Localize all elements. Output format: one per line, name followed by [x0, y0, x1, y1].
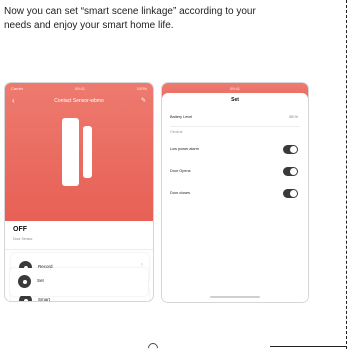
device-header: Carrier 09:41 100% ‹ Contact Sensor-wbmo… — [5, 83, 153, 221]
home-indicator — [210, 296, 260, 298]
toggle-row-door-closes: Door closes — [170, 189, 300, 199]
status-time: 09:41 — [74, 86, 85, 91]
intro-line-1: Now you can set “smart scene linkage” ac… — [4, 6, 256, 17]
nav-bar: ‹ Contact Sensor-wbmo ✎ — [5, 95, 153, 107]
chevron-left-icon[interactable]: ‹ — [12, 95, 15, 107]
smart-label: Smart — [38, 297, 51, 302]
phone-screen-settings: 09:41 Set Battery Level 85 % General Low… — [161, 82, 309, 303]
door-opens-toggle[interactable] — [283, 167, 298, 176]
status-carrier: Carrier — [11, 86, 24, 91]
section-label: General — [170, 130, 183, 134]
cut-line — [346, 0, 347, 349]
set-label: Set — [37, 278, 44, 283]
battery-row: Battery Level 85 % — [170, 113, 300, 123]
toggle-label: Door Opens — [170, 169, 191, 173]
bottom-rule — [270, 346, 346, 347]
sensor-body-icon — [62, 118, 79, 186]
settings-sheet: Set Battery Level 85 % General Low power… — [162, 93, 308, 302]
toggle-row-low-power: Low power alarm — [170, 145, 300, 155]
sensor-magnet-icon — [83, 126, 92, 178]
battery-label: Battery Level — [170, 115, 193, 119]
toggle-row-door-opens: Door Opens — [170, 167, 300, 177]
set-row[interactable]: Set — [10, 268, 148, 296]
intro-line-2: needs and enjoy your smart home life. — [4, 20, 174, 31]
divider — [170, 126, 300, 127]
status-time-right: 09:41 — [229, 86, 240, 91]
state-sub: Door Sensor — [13, 237, 33, 241]
status-bar: Carrier 09:41 100% — [11, 86, 147, 92]
state-card: OFF Door Sensor — [5, 221, 153, 250]
toggle-label: Low power alarm — [170, 147, 199, 151]
state-label: OFF — [13, 226, 27, 233]
page-mark-icon — [145, 340, 161, 355]
battery-value: 85 % — [289, 115, 298, 119]
intro-text: Now you can set “smart scene linkage” ac… — [4, 5, 334, 33]
pencil-icon[interactable]: ✎ — [141, 95, 146, 107]
door-closes-toggle[interactable] — [283, 189, 298, 198]
low-power-toggle[interactable] — [283, 145, 298, 154]
settings-icon — [18, 275, 31, 288]
status-battery: 100% — [136, 86, 147, 91]
device-title: Contact Sensor-wbmo — [54, 98, 104, 104]
status-bar-right: 09:41 — [168, 86, 302, 92]
toggle-label: Door closes — [170, 191, 191, 195]
settings-title: Set — [231, 97, 239, 103]
